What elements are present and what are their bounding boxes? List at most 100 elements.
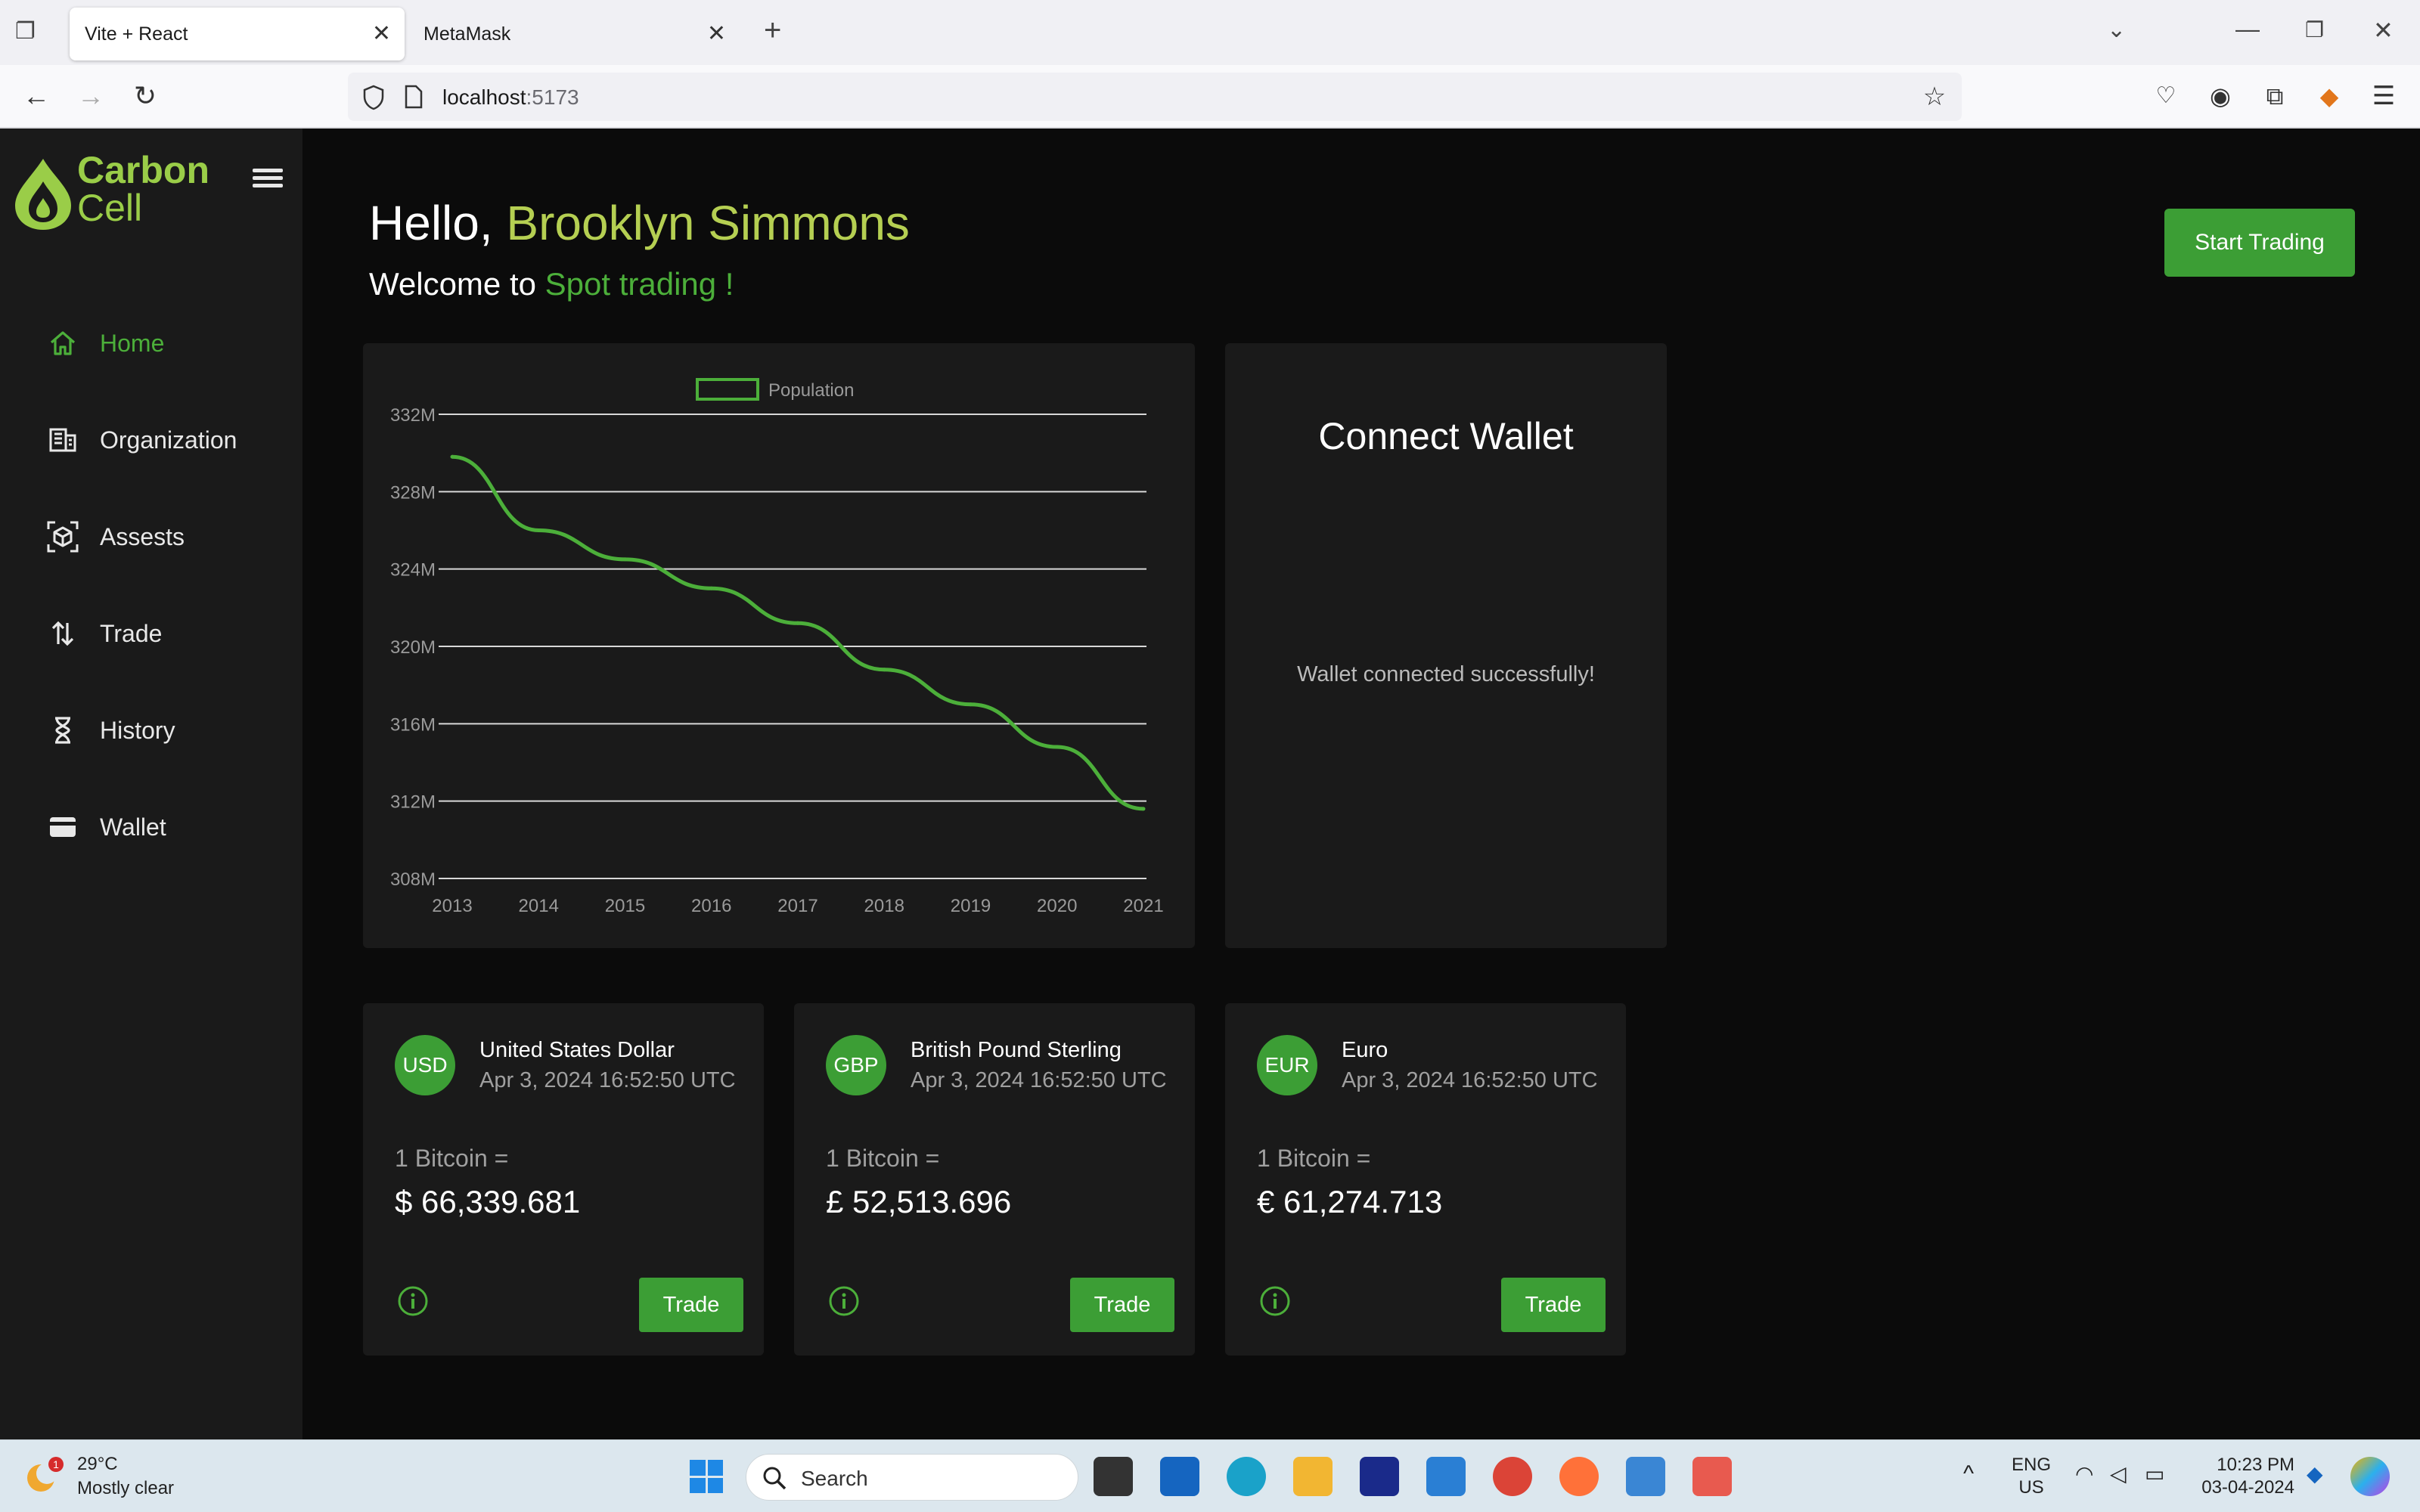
l-app-icon[interactable] — [1360, 1457, 1399, 1496]
metamask-fox-icon[interactable]: ◆ — [2313, 79, 2346, 113]
currency-name: British Pound Sterling — [911, 1038, 1122, 1062]
welcome-text: Welcome to Spot trading ! — [369, 266, 734, 302]
language-indicator[interactable]: ENG US — [2012, 1454, 2051, 1499]
sidebar-item-home[interactable]: Home — [45, 321, 164, 366]
trade-button[interactable]: Trade — [1501, 1278, 1606, 1332]
data-point — [1055, 745, 1060, 749]
notification-bell-icon[interactable]: ◆ — [2307, 1463, 2323, 1486]
tab-vite-react[interactable]: Vite + React ✕ — [70, 8, 405, 60]
currency-card-eur: EUR Euro Apr 3, 2024 16:52:50 UTC 1 Bitc… — [1225, 1003, 1626, 1356]
extensions-icon[interactable]: ⧉ — [2258, 79, 2291, 113]
population-chart-card: 308M 312M 316M 320M 324M 328M 332M 2013 2014 2015… — [363, 343, 1195, 948]
taskbar: 1 29°C Mostly clear Search ^ ENG US ◠ ◁ ▭ … — [0, 1439, 2420, 1512]
search-icon — [763, 1467, 786, 1490]
address-bar[interactable]: localhost:5173 ☆ — [348, 73, 1962, 121]
info-icon[interactable] — [828, 1285, 860, 1317]
currency-badge: GBP — [826, 1035, 886, 1095]
windows-start-icon[interactable] — [687, 1457, 726, 1496]
y-tick-label: 320M — [390, 637, 436, 658]
new-tab-icon[interactable]: + — [764, 15, 781, 45]
population-line-chart: 308M 312M 316M 320M 324M 328M 332M 2013 2014 2015… — [390, 378, 1164, 916]
close-tab-icon[interactable]: ✕ — [372, 23, 391, 45]
hamburger-menu-icon[interactable] — [253, 165, 283, 195]
reload-icon[interactable]: ↻ — [129, 79, 162, 113]
x-tick-label: 2021 — [1123, 896, 1163, 916]
x-tick-label: 2016 — [691, 896, 731, 916]
tab-list-icon[interactable]: ❐ — [15, 17, 36, 47]
chrome-icon[interactable] — [1493, 1457, 1532, 1496]
x-tick-label: 2015 — [605, 896, 645, 916]
carbon-cell-logo-icon — [15, 159, 71, 230]
firefox-icon[interactable] — [1559, 1457, 1599, 1496]
sidebar-item-history[interactable]: History — [45, 708, 175, 753]
vscode-icon[interactable] — [1426, 1457, 1466, 1496]
info-icon[interactable] — [397, 1285, 429, 1317]
series-line — [451, 454, 1144, 811]
task-view-icon[interactable] — [1094, 1457, 1133, 1496]
forward-arrow-icon[interactable]: → — [74, 79, 107, 113]
trade-button[interactable]: Trade — [1070, 1278, 1174, 1332]
edge-icon[interactable] — [1227, 1457, 1266, 1496]
main-content: Hello, Brooklyn Simmons Welcome to Spot … — [302, 129, 2420, 1439]
photos-icon[interactable] — [1626, 1457, 1665, 1496]
x-tick-label: 2020 — [1037, 896, 1077, 916]
legend-label: Population — [768, 380, 854, 401]
currency-card-usd: USD United States Dollar Apr 3, 2024 16:… — [363, 1003, 764, 1356]
info-icon[interactable] — [1259, 1285, 1291, 1317]
sidebar: Carbon Cell Home Organization Assests Tr… — [0, 129, 302, 1439]
start-trading-button[interactable]: Start Trading — [2164, 209, 2355, 277]
restore-icon[interactable]: ❐ — [2305, 15, 2324, 45]
y-tick-label: 308M — [390, 869, 436, 890]
organization-icon — [45, 423, 80, 457]
y-tick-label: 312M — [390, 792, 436, 813]
currency-name: United States Dollar — [479, 1038, 675, 1062]
clock[interactable]: 10:23 PM 03-04-2024 — [2193, 1454, 2294, 1499]
file-explorer-icon[interactable] — [1293, 1457, 1333, 1496]
bookmark-star-icon[interactable]: ☆ — [1918, 80, 1951, 113]
home-icon — [45, 326, 80, 361]
trade-button[interactable]: Trade — [639, 1278, 743, 1332]
data-point — [882, 668, 886, 672]
sidebar-item-label: History — [100, 716, 175, 744]
assets-icon — [45, 519, 80, 554]
x-tick-label: 2017 — [777, 896, 818, 916]
temperature: 29°C — [77, 1454, 118, 1474]
snipping-tool-icon[interactable] — [1692, 1457, 1732, 1496]
battery-icon[interactable]: ▭ — [2145, 1463, 2164, 1486]
store-icon[interactable] — [1160, 1457, 1199, 1496]
x-tick-label: 2014 — [519, 896, 559, 916]
tab-metamask[interactable]: MetaMask ✕ — [408, 8, 741, 60]
y-tick-label: 316M — [390, 714, 436, 735]
wifi-icon[interactable]: ◠ — [2075, 1463, 2093, 1486]
copilot-icon[interactable] — [2350, 1457, 2390, 1496]
sidebar-item-trade[interactable]: Trade — [45, 611, 162, 656]
close-window-icon[interactable]: ✕ — [2373, 15, 2394, 45]
pocket-icon[interactable]: ♡ — [2149, 79, 2183, 113]
sidebar-item-wallet[interactable]: Wallet — [45, 804, 166, 850]
url-text: localhost:5173 — [442, 85, 579, 109]
tray-chevron-icon[interactable]: ^ — [1963, 1463, 1974, 1486]
taskbar-search[interactable]: Search — [746, 1454, 1078, 1501]
chevron-down-icon[interactable]: ⌄ — [2107, 15, 2126, 45]
bitcoin-label: 1 Bitcoin = — [1257, 1145, 1371, 1172]
shield-icon — [363, 85, 384, 110]
data-point — [623, 557, 627, 562]
y-tick-label: 332M — [390, 405, 436, 426]
currency-timestamp: Apr 3, 2024 16:52:50 UTC — [911, 1068, 1167, 1092]
sidebar-item-organization[interactable]: Organization — [45, 417, 237, 463]
menu-icon[interactable]: ☰ — [2367, 79, 2400, 113]
sidebar-item-assests[interactable]: Assests — [45, 514, 185, 559]
x-tick-label: 2018 — [864, 896, 904, 916]
sidebar-item-label: Home — [100, 329, 165, 357]
weather-widget[interactable]: 1 29°C Mostly clear — [23, 1452, 174, 1501]
user-name: Brooklyn Simmons — [506, 196, 910, 250]
sidebar-item-label: Organization — [100, 426, 237, 454]
back-arrow-icon[interactable]: ← — [20, 79, 53, 113]
volume-icon[interactable]: ◁ — [2110, 1463, 2127, 1486]
data-point — [1141, 807, 1146, 811]
hourglass-icon — [45, 713, 80, 748]
minimize-icon[interactable]: — — [2235, 14, 2260, 44]
account-icon[interactable]: ◉ — [2204, 79, 2237, 113]
legend-swatch — [696, 378, 759, 401]
close-tab-icon[interactable]: ✕ — [707, 23, 726, 45]
